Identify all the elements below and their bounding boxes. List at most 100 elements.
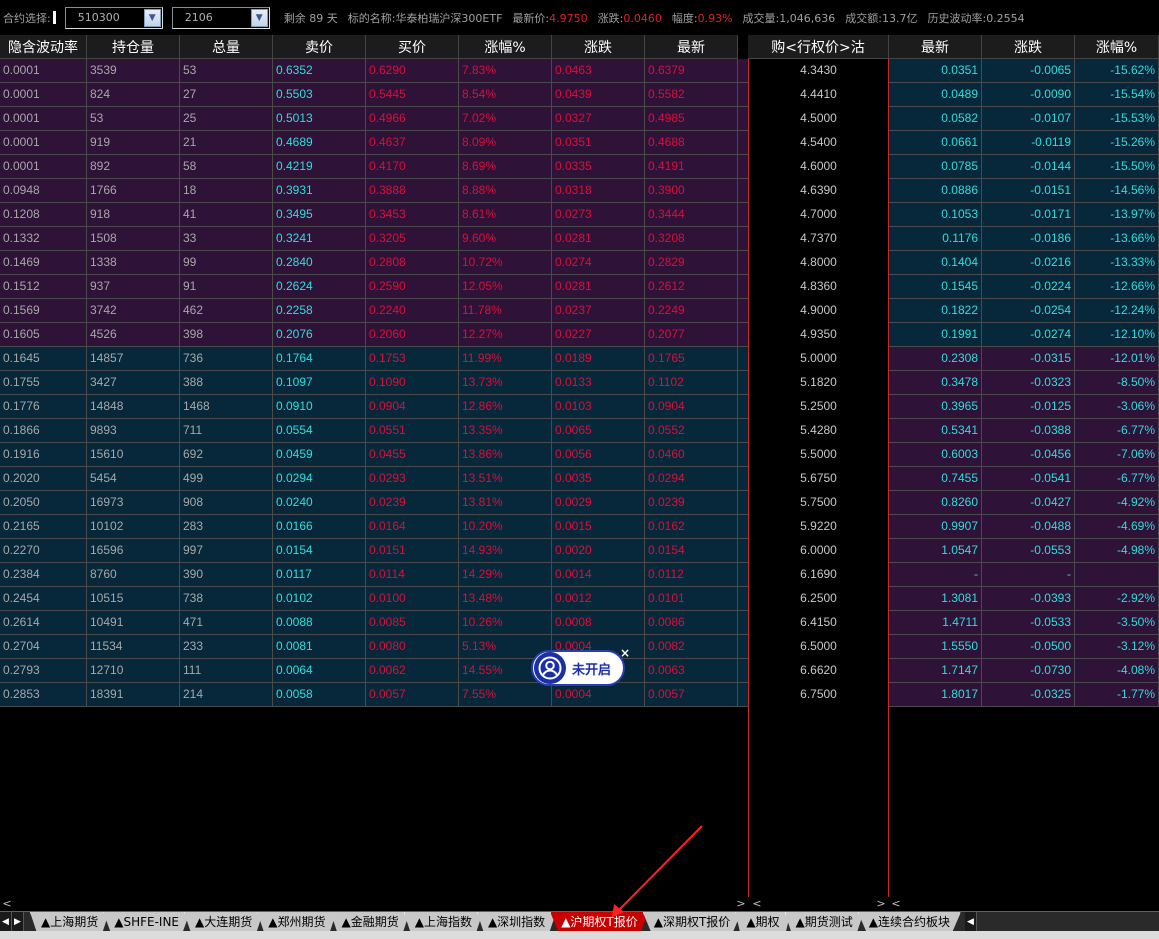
strike-row[interactable]: 5.7500 (749, 491, 888, 515)
call-row[interactable]: 0.2270 16596 997 0.0154 0.0151 14.93% 0.0020 0.… (0, 539, 748, 563)
tab-6[interactable]: ▲深圳指数 (476, 912, 557, 931)
put-row[interactable]: 0.0582 -0.0107 -15.53% (889, 107, 1159, 131)
call-row[interactable]: 0.0001 824 27 0.5503 0.5445 8.54% 0.0439 0.5582 (0, 83, 748, 107)
put-row[interactable]: 0.0886 -0.0151 -14.56% (889, 179, 1159, 203)
call-row[interactable]: 0.2165 10102 283 0.0166 0.0164 10.20% 0.0015 0.… (0, 515, 748, 539)
strike-row[interactable]: 4.6390 (749, 179, 888, 203)
close-icon[interactable]: × (620, 646, 630, 660)
strike-row[interactable]: 6.0000 (749, 539, 888, 563)
put-row[interactable]: 0.1991 -0.0274 -12.10% (889, 323, 1159, 347)
call-row[interactable]: 0.2384 8760 390 0.0117 0.0114 14.29% 0.0014 0.0… (0, 563, 748, 587)
call-row[interactable]: 0.2050 16973 908 0.0240 0.0239 13.81% 0.0029 0.… (0, 491, 748, 515)
header-p_chg[interactable]: 涨跌 (982, 35, 1075, 59)
strike-row[interactable]: 6.5000 (749, 635, 888, 659)
scroll-left-icon[interactable]: < (889, 897, 903, 911)
strike-row[interactable]: 4.9000 (749, 299, 888, 323)
call-row[interactable]: 0.0001 3539 53 0.6352 0.6290 7.83% 0.0463 0.637… (0, 59, 748, 83)
call-row[interactable]: 0.1916 15610 692 0.0459 0.0455 13.86% 0.0056 0.… (0, 443, 748, 467)
call-row[interactable]: 0.2454 10515 738 0.0102 0.0100 13.48% 0.0012 0.… (0, 587, 748, 611)
underlying-code-select[interactable]: 510300 ▼ (64, 6, 163, 29)
call-row[interactable]: 0.1605 4526 398 0.2076 0.2060 12.27% 0.0227 0.2… (0, 323, 748, 347)
header-p_pct[interactable]: 涨幅% (1075, 35, 1159, 59)
put-row[interactable]: 0.0351 -0.0065 -15.62% (889, 59, 1159, 83)
strike-row[interactable]: 4.5400 (749, 131, 888, 155)
put-row[interactable]: 1.8017 -0.0325 -1.77% (889, 683, 1159, 707)
put-row[interactable]: 1.0547 -0.0553 -4.98% (889, 539, 1159, 563)
tab-1[interactable]: ▲SHFE-INE (103, 912, 191, 931)
strike-row[interactable]: 4.3430 (749, 59, 888, 83)
strike-row[interactable]: 5.6750 (749, 467, 888, 491)
tab-4[interactable]: ▲金融期货 (330, 912, 410, 931)
strike-row[interactable]: 5.9220 (749, 515, 888, 539)
put-row[interactable]: 0.5341 -0.0388 -6.77% (889, 419, 1159, 443)
chevron-down-icon[interactable]: ▼ (143, 8, 161, 27)
put-row[interactable]: 0.1822 -0.0254 -12.24% (889, 299, 1159, 323)
put-row[interactable]: 0.0489 -0.0090 -15.54% (889, 83, 1159, 107)
call-row[interactable]: 0.1512 937 91 0.2624 0.2590 12.05% 0.0281 0.261… (0, 275, 748, 299)
put-row[interactable]: 1.4711 -0.0533 -3.50% (889, 611, 1159, 635)
tab-9[interactable]: ▲期权 (735, 912, 791, 931)
tab-3[interactable]: ▲郑州期货 (257, 912, 337, 931)
tab-11[interactable]: ▲连续合约板块 (857, 912, 962, 931)
strike-row[interactable]: 6.6620 (749, 659, 888, 683)
call-row[interactable]: 0.0948 1766 18 0.3931 0.3888 8.88% 0.0318 0.390… (0, 179, 748, 203)
strike-row[interactable]: 4.8000 (749, 251, 888, 275)
strike-row[interactable]: 6.4150 (749, 611, 888, 635)
call-row[interactable]: 0.2704 11534 233 0.0081 0.0080 5.13% 0.0004 0.0… (0, 635, 748, 659)
strike-row[interactable]: 4.8360 (749, 275, 888, 299)
call-row[interactable]: 0.1866 9893 711 0.0554 0.0551 13.35% 0.0065 0.0… (0, 419, 748, 443)
call-row[interactable]: 0.2853 18391 214 0.0058 0.0057 7.55% 0.0004 0.0… (0, 683, 748, 707)
call-row[interactable]: 0.0001 892 58 0.4219 0.4170 8.69% 0.0335 0.4191 (0, 155, 748, 179)
put-row[interactable]: 0.6003 -0.0456 -7.06% (889, 443, 1159, 467)
call-row[interactable]: 0.0001 919 21 0.4689 0.4637 8.09% 0.0351 0.4688 (0, 131, 748, 155)
strike-row[interactable]: 4.7370 (749, 227, 888, 251)
header-pct[interactable]: 涨幅% (459, 35, 552, 59)
strike-row[interactable]: 5.5000 (749, 443, 888, 467)
header-p_last[interactable]: 最新 (889, 35, 982, 59)
call-row[interactable]: 0.1776 14848 1468 0.0910 0.0904 12.86% 0.0103 0… (0, 395, 748, 419)
strike-row[interactable]: 4.6000 (749, 155, 888, 179)
header-vol[interactable]: 总量 (180, 35, 273, 59)
put-row[interactable]: 0.8260 -0.0427 -4.92% (889, 491, 1159, 515)
strike-row[interactable]: 5.0000 (749, 347, 888, 371)
call-row[interactable]: 0.1755 3427 388 0.1097 0.1090 13.73% 0.0133 0.1… (0, 371, 748, 395)
scroll-right-icon[interactable]: > (734, 897, 748, 911)
scroll-left-icon[interactable]: < (0, 897, 14, 911)
scroll-right-icon[interactable]: > (874, 897, 888, 911)
put-row[interactable]: 0.3478 -0.0323 -8.50% (889, 371, 1159, 395)
header-strike[interactable]: 购<行权价>沽 (748, 35, 889, 59)
strike-row[interactable]: 5.1820 (749, 371, 888, 395)
put-row[interactable]: 0.1053 -0.0171 -13.97% (889, 203, 1159, 227)
tab-5[interactable]: ▲上海指数 (403, 912, 483, 931)
put-row[interactable]: 0.7455 -0.0541 -6.77% (889, 467, 1159, 491)
strike-row[interactable]: 4.7000 (749, 203, 888, 227)
call-row[interactable]: 0.1569 3742 462 0.2258 0.2240 11.78% 0.0237 0.2… (0, 299, 748, 323)
tab-2[interactable]: ▲大连期货 (184, 912, 264, 931)
call-row[interactable]: 0.2614 10491 471 0.0088 0.0085 10.26% 0.0008 0.… (0, 611, 748, 635)
call-row[interactable]: 0.2793127101110.00640.006214.55%0.00080.… (0, 659, 748, 683)
header-last[interactable]: 最新 (645, 35, 738, 59)
strike-row[interactable]: 5.2500 (749, 395, 888, 419)
call-row[interactable]: 0.2020 5454 499 0.0294 0.0293 13.51% 0.0035 0.0… (0, 467, 748, 491)
strike-row[interactable]: 6.1690 (749, 563, 888, 587)
strike-row[interactable]: 4.4410 (749, 83, 888, 107)
header-ask[interactable]: 卖价 (273, 35, 366, 59)
month-code-select[interactable]: 2106 ▼ (171, 6, 270, 29)
tab-0[interactable]: ▲上海期货 (30, 912, 110, 931)
strike-row[interactable]: 6.7500 (749, 683, 888, 707)
call-row[interactable]: 0.1332 1508 33 0.3241 0.3205 9.60% 0.0281 0.320… (0, 227, 748, 251)
strike-row[interactable]: 4.9350 (749, 323, 888, 347)
call-row[interactable]: 0.1469 1338 99 0.2840 0.2808 10.72% 0.0274 0.28… (0, 251, 748, 275)
put-row[interactable]: 0.9907 -0.0488 -4.69% (889, 515, 1159, 539)
call-scroll-track[interactable] (14, 899, 734, 909)
strike-row[interactable]: 5.4280 (749, 419, 888, 443)
tab-7[interactable]: ▲沪期权T报价 (550, 912, 649, 931)
call-row[interactable]: 0.1645 14857 736 0.1764 0.1753 11.99% 0.0189 0.… (0, 347, 748, 371)
tab-end-icon[interactable]: ◀ (965, 912, 978, 931)
scroll-left-icon[interactable]: < (750, 897, 764, 911)
float-widget[interactable]: 未开启 (531, 650, 625, 686)
header-bid[interactable]: 买价 (366, 35, 459, 59)
put-row[interactable]: 0.1404 -0.0216 -13.33% (889, 251, 1159, 275)
put-row[interactable]: 0.2308 -0.0315 -12.01% (889, 347, 1159, 371)
put-row[interactable]: 1.5550 -0.0500 -3.12% (889, 635, 1159, 659)
